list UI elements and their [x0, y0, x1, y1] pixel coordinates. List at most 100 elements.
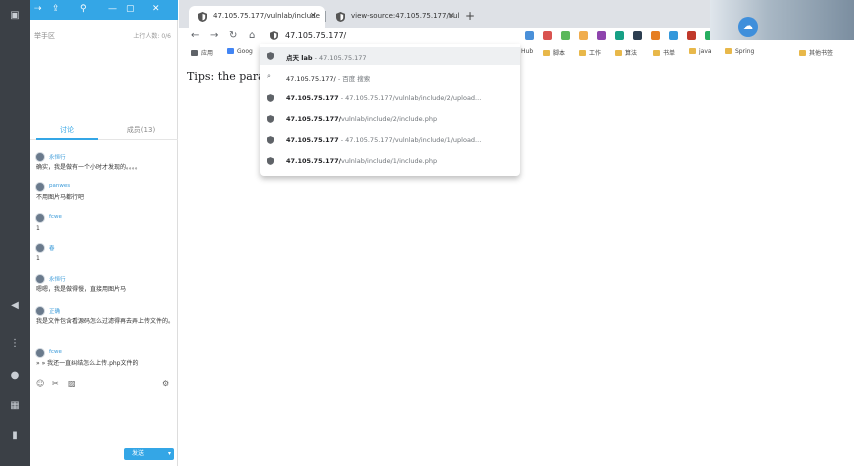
image-icon[interactable]: ▨ [68, 379, 76, 388]
new-tab-icon[interactable]: + [465, 9, 475, 23]
close-icon[interactable]: × [447, 11, 455, 21]
extension-icon[interactable] [543, 31, 552, 40]
close-icon[interactable]: ✕ [152, 4, 160, 14]
bookmark-apps[interactable]: 应用 [191, 48, 213, 57]
bookmark-folder[interactable]: 书单 [653, 48, 675, 57]
speaker-icon[interactable]: ◀ [0, 300, 30, 312]
more-icon[interactable]: ⋮ [0, 338, 30, 350]
username[interactable]: 永恒行 [49, 275, 66, 283]
extension-icon[interactable] [597, 31, 606, 40]
record-icon[interactable]: ● [0, 370, 30, 382]
extension-icon[interactable] [615, 31, 624, 40]
forward-icon[interactable]: → [210, 28, 218, 44]
extension-icon[interactable] [579, 31, 588, 40]
suggestion-title: 47.105.75.177/ [286, 75, 336, 83]
share-icon[interactable]: ⇪ [52, 4, 60, 14]
address-input[interactable]: 47.105.75.177/ [285, 31, 346, 40]
extension-icon[interactable] [669, 31, 678, 40]
chat-message: 永恒行 嗯嗯，我是做得慢，直接用图片马 [34, 274, 176, 294]
message-text: 1 [36, 255, 40, 262]
bookmark-folder[interactable]: 脚本 [543, 48, 565, 57]
suggestion-item[interactable]: 47.105.75.177 - 47.105.75.177/vulnlab/in… [260, 89, 520, 107]
bookmark-label: 应用 [201, 50, 214, 57]
scissors-icon[interactable]: ✂ [52, 379, 59, 388]
message-text: 确实，我是做有一个小时才发现的。。。。 [36, 164, 142, 171]
shield-icon [336, 12, 345, 22]
extension-icon[interactable] [651, 31, 660, 40]
shield-icon [267, 136, 274, 144]
suggestion-detail: - 百度 搜索 [335, 75, 371, 83]
bookmark-folder[interactable]: 算法 [615, 48, 637, 57]
chat-message: panwes 不用图片马都行吧 [34, 182, 176, 202]
tab-title: 47.105.75.177/vulnlab/include [213, 12, 320, 20]
shield-icon [198, 12, 207, 22]
home-icon[interactable]: ⌂ [249, 28, 255, 44]
pin-icon[interactable]: ⚲ [80, 4, 87, 14]
extension-icon[interactable] [687, 31, 696, 40]
extension-icon[interactable] [525, 31, 534, 40]
username[interactable]: 正确 [49, 307, 60, 315]
chat-message: 春 1 [34, 243, 176, 263]
avatar[interactable] [35, 213, 45, 223]
back-icon[interactable]: ← [191, 28, 199, 44]
bookmark-label: 书单 [663, 50, 676, 57]
tab-members[interactable]: 成员(13) [104, 125, 178, 135]
browser-tab-2[interactable]: view-source:47.105.75.177/vul × [327, 6, 463, 28]
bookmark-label: 工作 [589, 50, 602, 57]
shield-icon [267, 157, 274, 165]
folder-icon [689, 48, 696, 54]
room-name: 举手区 [34, 32, 55, 40]
avatar[interactable] [35, 152, 45, 162]
message-text: 不用图片马都行吧 [36, 194, 85, 201]
avatar[interactable] [35, 243, 45, 253]
avatar[interactable] [35, 182, 45, 192]
close-icon[interactable]: × [309, 11, 317, 21]
screen-share-icon[interactable]: ▣ [0, 10, 30, 22]
username[interactable]: fcwe [49, 349, 62, 355]
bookmark-folder[interactable]: 工作 [579, 48, 601, 57]
chevron-down-icon[interactable]: ▾ [168, 448, 171, 460]
bookmark-folder[interactable]: java [689, 48, 712, 55]
message-text: 我是文件包含看源码怎么过滤得再去弄上传文件的。 [36, 318, 175, 325]
window-icon[interactable]: ▢ [126, 4, 135, 14]
emoji-icon[interactable]: ☺ [36, 379, 44, 388]
chat-toolbar: ⇢ ⇪ ⚲ — ▢ ✕ [30, 0, 178, 20]
browser-tab-1[interactable]: 47.105.75.177/vulnlab/include × [189, 6, 325, 28]
browser-window: 47.105.75.177/vulnlab/include × view-sou… [179, 0, 854, 466]
folder-icon [653, 50, 660, 56]
bookmark-google[interactable]: Goog [227, 48, 253, 55]
forward-icon[interactable]: ⇢ [34, 4, 42, 14]
username[interactable]: fcwe [49, 214, 62, 220]
avatar[interactable] [35, 348, 45, 358]
bookmark-label: 其他书签 [809, 50, 834, 57]
suggestion-detail: - 47.105.75.177 [312, 54, 367, 62]
tab-discuss[interactable]: 讨论 [30, 125, 104, 135]
reload-icon[interactable]: ↻ [229, 28, 237, 44]
suggestion-item[interactable]: 47.105.75.177/vulnlab/include/1/include.… [260, 152, 520, 170]
bookmark-label: Hub [521, 48, 534, 55]
suggestion-item[interactable]: 47.105.75.177 - 47.105.75.177/vulnlab/in… [260, 131, 520, 149]
suggestion-item[interactable]: ⌕ 47.105.75.177/ - 百度 搜索 [260, 68, 520, 86]
cloud-icon: ☁ [738, 17, 758, 37]
avatar[interactable] [35, 306, 45, 316]
send-button[interactable]: 发送 ▾ [124, 448, 174, 460]
send-label: 发送 [132, 450, 145, 457]
google-icon [227, 48, 234, 54]
avatar[interactable] [35, 274, 45, 284]
extension-icon[interactable] [561, 31, 570, 40]
tab-divider [325, 11, 326, 22]
bookmark-label: java [699, 48, 712, 55]
extension-icon[interactable] [633, 31, 642, 40]
suggestion-item[interactable]: 47.105.75.177/vulnlab/include/2/include.… [260, 110, 520, 128]
minimize-icon[interactable]: — [108, 4, 117, 14]
bookmark-other[interactable]: 其他书签 [799, 48, 833, 57]
username[interactable]: panwes [49, 183, 70, 189]
bookmark-folder[interactable]: Spring [725, 48, 754, 55]
suggestion-item[interactable]: 点天 lab - 47.105.75.177 [260, 47, 520, 65]
grid-icon[interactable]: ▦ [0, 400, 30, 412]
bookmark-label: 算法 [625, 50, 638, 57]
username[interactable]: 春 [49, 244, 55, 252]
bookmark-hub[interactable]: Hub [521, 48, 533, 55]
settings-icon[interactable]: ⚙ [162, 379, 169, 388]
username[interactable]: 永恒行 [49, 153, 66, 161]
